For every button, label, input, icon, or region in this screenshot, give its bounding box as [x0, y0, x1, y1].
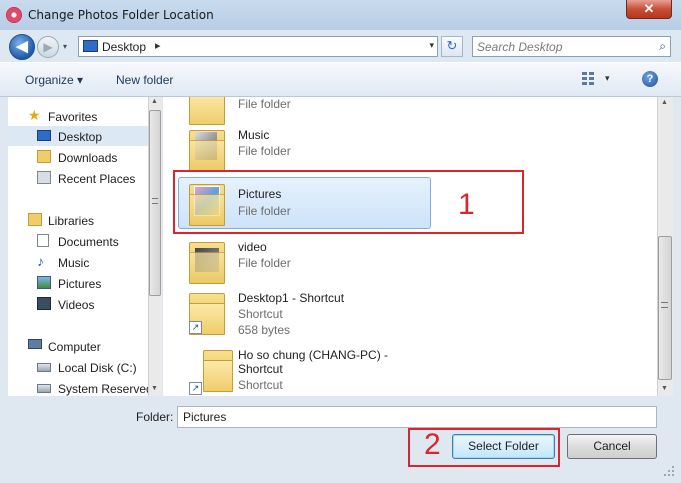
downloads-folder-icon [37, 150, 51, 163]
drive-icon [37, 363, 51, 372]
chevron-right-icon[interactable]: ▸ [155, 39, 161, 52]
music-folder-icon [189, 126, 225, 174]
cancel-button[interactable]: Cancel [567, 434, 657, 459]
sidebar-item-downloads[interactable]: Downloads [8, 147, 148, 167]
forward-button[interactable]: ▶ [37, 36, 59, 58]
star-icon: ★ [28, 107, 41, 123]
search-box[interactable]: ⌕ [472, 36, 671, 57]
sidebar-item-music[interactable]: ♪ Music [8, 252, 148, 272]
shortcut-folder-icon: ↗ [189, 289, 225, 337]
sidebar-item-system-reserved[interactable]: System Reserved [8, 378, 148, 396]
file-list-scroll-thumb[interactable] [658, 236, 672, 380]
list-item[interactable]: ↗ Desktop1 - Shortcut Shortcut 658 bytes [179, 285, 439, 341]
documents-icon [37, 234, 49, 247]
chevron-down-icon[interactable]: ▾ [429, 40, 434, 51]
list-item[interactable]: ↗ Ho so chung (CHANG-PC) - Shortcut Shor… [179, 342, 439, 396]
folder-field[interactable] [177, 406, 657, 428]
scroll-up-icon[interactable]: ▲ [151, 98, 158, 105]
annotation-number-1: 1 [458, 188, 475, 221]
close-button[interactable]: ✕ [626, 0, 672, 19]
sidebar-item-desktop[interactable]: Desktop [8, 126, 148, 146]
desktop-icon [37, 130, 51, 141]
sidebar-item-computer[interactable]: Computer [8, 336, 148, 356]
address-location[interactable]: Desktop [102, 40, 146, 54]
computer-icon [28, 339, 42, 349]
back-button[interactable]: ◀ [9, 34, 35, 60]
network-shortcut-icon: ↗ [189, 346, 233, 395]
search-icon[interactable]: ⌕ [659, 39, 666, 54]
drive-icon [37, 384, 51, 393]
command-toolbar: Organize ▾ New folder [0, 62, 681, 97]
sidebar-item-local-disk[interactable]: Local Disk (C:) [8, 357, 148, 377]
recent-pages-dropdown[interactable]: ▾ [63, 42, 73, 52]
scroll-grip-icon [152, 198, 158, 204]
view-dropdown-icon[interactable]: ▾ [605, 73, 610, 84]
videos-icon [37, 297, 51, 310]
scroll-up-icon[interactable]: ▲ [661, 99, 668, 106]
scroll-down-icon[interactable]: ▼ [661, 385, 668, 392]
sidebar-item-libraries[interactable]: Libraries [8, 210, 148, 230]
libraries-icon [28, 213, 42, 226]
sidebar-item-favorites[interactable]: ★ Favorites [8, 106, 148, 126]
app-icon [6, 7, 22, 23]
file-list: File folder Music File folder Pictures F… [163, 97, 657, 396]
video-folder-icon [189, 238, 225, 286]
list-item[interactable]: video File folder [179, 234, 439, 290]
desktop-icon [83, 40, 98, 52]
search-input[interactable] [477, 39, 647, 54]
scroll-down-icon[interactable]: ▼ [151, 385, 158, 392]
navigation-pane: ★ Favorites Desktop Downloads Recent Pla… [8, 97, 148, 396]
pictures-icon [37, 276, 51, 289]
resize-grip-icon[interactable] [664, 466, 676, 478]
refresh-button[interactable]: ↻ [441, 36, 463, 57]
scroll-grip-icon [661, 302, 668, 308]
music-note-icon: ♪ [37, 253, 44, 269]
sidebar-item-recent-places[interactable]: Recent Places [8, 168, 148, 188]
sidebar-item-videos[interactable]: Videos [8, 294, 148, 314]
shortcut-arrow-icon: ↗ [189, 321, 202, 334]
help-icon[interactable]: ? [642, 71, 658, 87]
recent-places-icon [37, 171, 51, 184]
address-bar[interactable]: Desktop ▸ ▾ [78, 36, 438, 57]
window-title: Change Photos Folder Location [28, 8, 214, 22]
new-folder-button[interactable]: New folder [116, 73, 173, 87]
organize-button[interactable]: Organize ▾ [25, 73, 83, 87]
annotation-number-2: 2 [424, 428, 441, 461]
sidebar-item-pictures[interactable]: Pictures [8, 273, 148, 293]
view-options-icon[interactable] [581, 71, 595, 85]
folder-label: Folder: [136, 410, 174, 424]
shortcut-arrow-icon: ↗ [189, 382, 202, 395]
sidebar-item-documents[interactable]: Documents [8, 231, 148, 251]
